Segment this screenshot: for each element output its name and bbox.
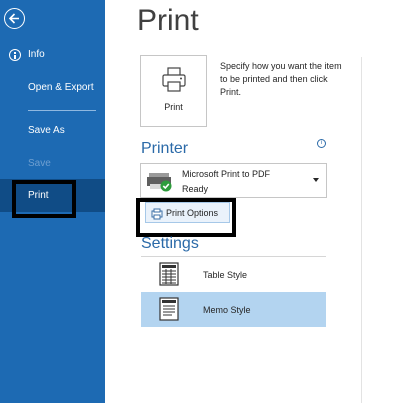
chevron-down-icon [313,178,319,182]
sidebar-item-save-attachments[interactable]: Save Attachments [0,151,105,195]
printer-status: Ready [182,184,209,194]
print-style-list: Table Style Memo Style [141,256,326,327]
divider [361,57,362,403]
back-button[interactable] [4,8,25,29]
print-button[interactable]: Print [140,55,207,127]
memo-style-icon [159,297,179,326]
style-label: Table Style [203,270,248,280]
printer-name: Microsoft Print to PDF [182,169,271,179]
printer-heading: Printer [141,140,189,157]
style-item-table[interactable]: Table Style [141,257,326,292]
print-highlight-box [12,180,76,218]
sidebar-item-label: Save As [28,125,65,136]
settings-heading: Settings [141,235,199,252]
style-item-memo[interactable]: Memo Style [141,292,326,327]
info-icon[interactable]: i [317,139,326,148]
table-style-icon [159,262,179,291]
back-arrow-icon [8,13,19,24]
print-description: Specify how you want the item to be prin… [220,61,342,97]
print-options-highlight-box [136,198,236,237]
printer-icon [162,67,186,98]
sidebar-item-info[interactable]: Info [0,42,105,68]
print-button-label: Print [164,102,183,112]
sidebar-item-save-as[interactable]: Save As [0,118,105,144]
sidebar-item-label: Info [28,49,45,60]
sidebar-separator [28,110,96,111]
info-icon [9,49,21,61]
sidebar-item-label: Open & Export [28,82,94,93]
style-label: Memo Style [203,305,251,315]
printer-dropdown[interactable]: Microsoft Print to PDF Ready [140,163,327,198]
page-title: Print [137,4,199,37]
sidebar-item-open-export[interactable]: Open & Export [0,75,105,101]
printer-ready-icon [146,171,174,198]
